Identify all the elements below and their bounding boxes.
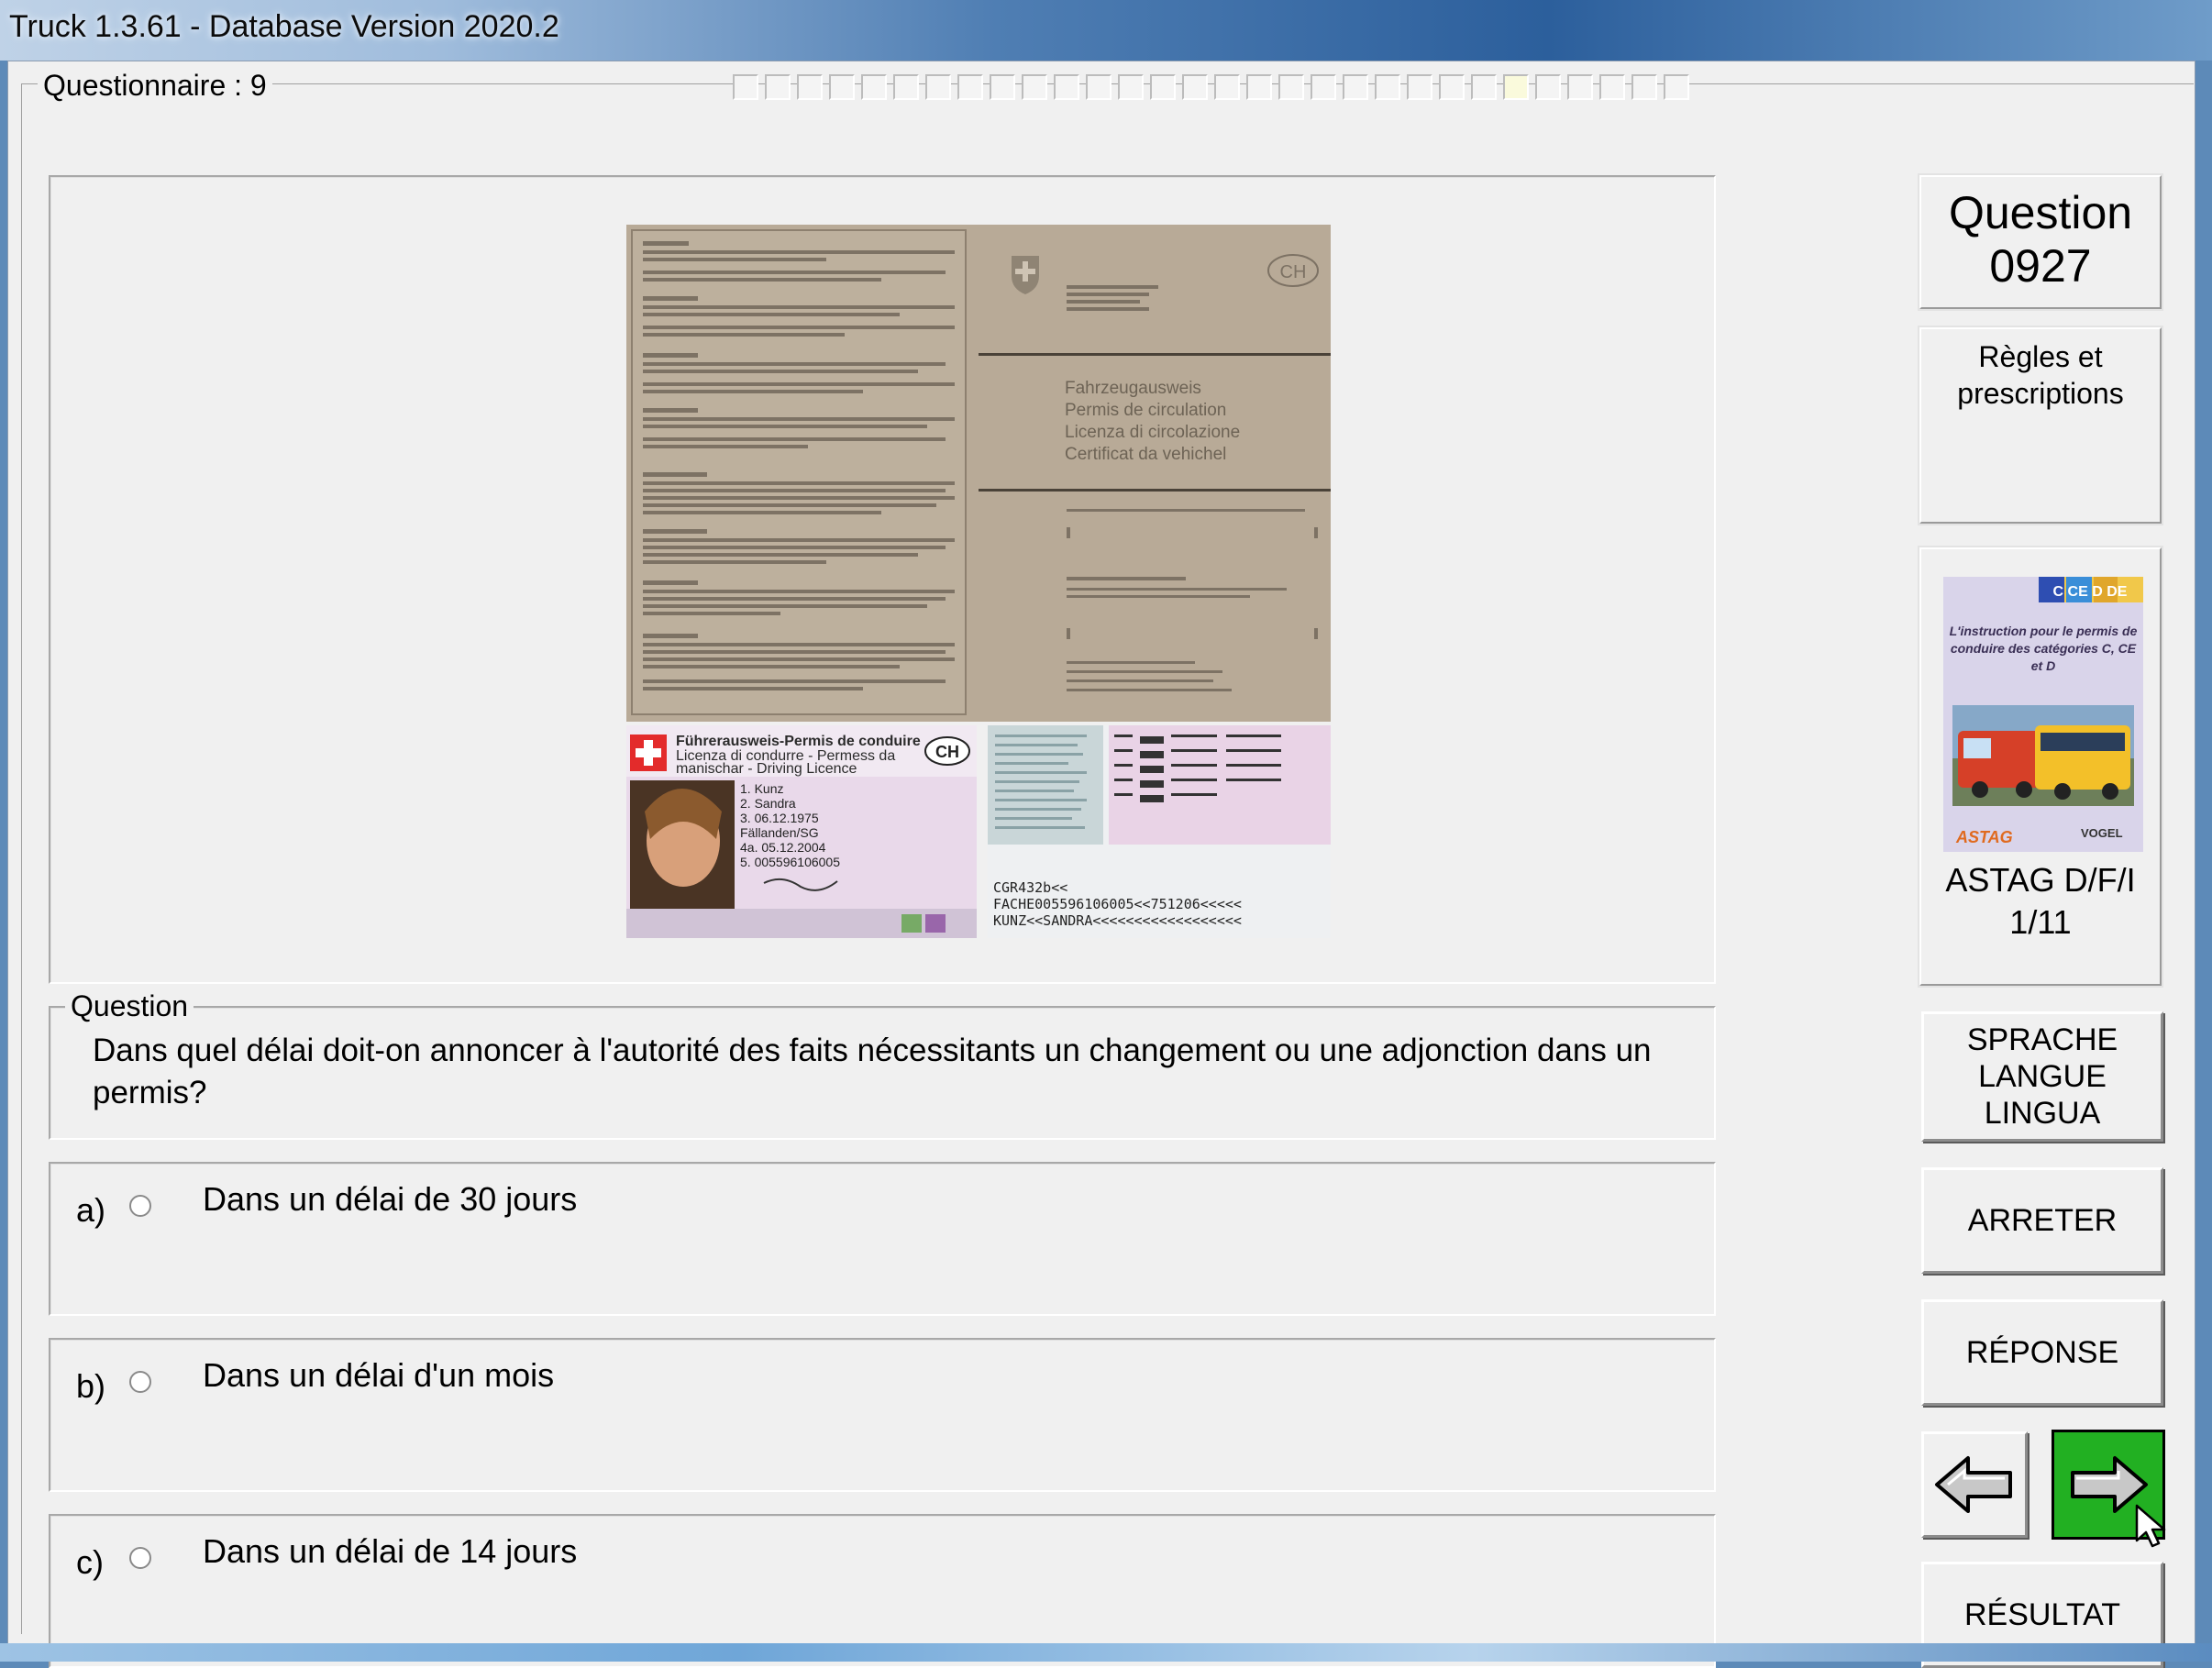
- progress-cell: [1118, 74, 1144, 100]
- category-line-2: prescriptions: [1957, 377, 2124, 410]
- progress-cell: [1246, 74, 1272, 100]
- svg-text:CH: CH: [1280, 262, 1307, 282]
- title-bar[interactable]: Truck 1.3.61 - Database Version 2020.2: [0, 0, 2212, 61]
- svg-text:5. 005596106005: 5. 005596106005: [740, 855, 840, 869]
- progress-cell: [1535, 74, 1561, 100]
- progress-cell: [1664, 74, 1689, 100]
- answer-letter: c): [76, 1543, 104, 1581]
- answer-radio[interactable]: [129, 1195, 151, 1217]
- progress-cell: [1150, 74, 1176, 100]
- progress-cell: [1343, 74, 1368, 100]
- progress-cell: [925, 74, 951, 100]
- svg-text:2. Sandra: 2. Sandra: [740, 796, 796, 811]
- progress-cell: [1054, 74, 1079, 100]
- progress-indicator: [733, 74, 1689, 100]
- progress-cell: [990, 74, 1015, 100]
- book-caption-line-1: ASTAG D/F/I: [1945, 861, 2136, 899]
- svg-text:VOGEL: VOGEL: [2081, 826, 2123, 840]
- progress-cell: [1407, 74, 1432, 100]
- language-label-1: SPRACHE: [1966, 1022, 2118, 1057]
- answer-text: Dans un délai de 14 jours: [203, 1532, 578, 1570]
- svg-text:manischar - Driving Licence: manischar - Driving Licence: [676, 761, 857, 777]
- answer-button[interactable]: RÉPONSE: [1921, 1299, 2163, 1406]
- progress-cell: [1471, 74, 1497, 100]
- book-cover-image: C CE D DE L'instruction pour le permis d…: [1943, 577, 2143, 852]
- question-label: Question: [65, 989, 194, 1023]
- progress-cell: [1182, 74, 1208, 100]
- arrow-left-icon: [1935, 1456, 2012, 1513]
- svg-text:4a. 05.12.2004: 4a. 05.12.2004: [740, 840, 826, 855]
- svg-text:3. 06.12.1975: 3. 06.12.1975: [740, 811, 819, 825]
- svg-text:1. Kunz: 1. Kunz: [740, 781, 783, 796]
- progress-cell: [1567, 74, 1593, 100]
- previous-button[interactable]: [1921, 1431, 2028, 1538]
- svg-text:Permis de circulation: Permis de circulation: [1065, 401, 1226, 420]
- progress-cell: [1375, 74, 1400, 100]
- progress-cell-current: [1503, 74, 1529, 100]
- answer-radio[interactable]: [129, 1547, 151, 1569]
- stop-button[interactable]: ARRETER: [1921, 1167, 2163, 1274]
- driving-licence-image: CH Fahrzeugausweis Permis de circulation…: [626, 225, 1331, 938]
- question-number: 0927: [1989, 240, 2092, 292]
- window-client: Questionnaire : 9 CH Fahrzeugausweis Per…: [7, 61, 2195, 1668]
- answer-option-b[interactable]: b) Dans un délai d'un mois: [49, 1338, 1716, 1492]
- progress-cell: [829, 74, 855, 100]
- answer-radio[interactable]: [129, 1371, 151, 1393]
- progress-cell: [1439, 74, 1465, 100]
- progress-cell: [1086, 74, 1112, 100]
- progress-cell: [1022, 74, 1047, 100]
- svg-text:Führerausweis-Permis de condui: Führerausweis-Permis de conduire: [676, 734, 921, 749]
- questionnaire-label: Questionnaire : 9: [38, 69, 272, 103]
- svg-text:Fällanden/SG: Fällanden/SG: [740, 825, 819, 840]
- question-image-panel: CH Fahrzeugausweis Permis de circulation…: [49, 175, 1716, 984]
- question-number-label: Question: [1948, 187, 2133, 238]
- svg-text:Certificat da vehichel: Certificat da vehichel: [1065, 445, 1226, 464]
- progress-cell: [797, 74, 823, 100]
- language-button[interactable]: SPRACHE LANGUE LINGUA: [1921, 1011, 2163, 1142]
- answer-letter: a): [76, 1191, 106, 1229]
- answer-text: Dans un délai d'un mois: [203, 1356, 555, 1394]
- svg-text:ASTAG: ASTAG: [1955, 828, 2013, 846]
- book-caption: ASTAG D/F/I 1/11: [1921, 859, 2160, 944]
- progress-cell: [1278, 74, 1304, 100]
- language-label-2: LANGUE: [1978, 1059, 2107, 1094]
- svg-text:Licenza di circolazione: Licenza di circolazione: [1065, 423, 1240, 442]
- progress-cell: [1214, 74, 1240, 100]
- question-text: Dans quel délai doit-on annoncer à l'aut…: [93, 1033, 1652, 1110]
- category-line-1: Règles et: [1978, 340, 2103, 373]
- mouse-cursor-icon: [2135, 1504, 2166, 1548]
- next-button[interactable]: [2052, 1430, 2166, 1548]
- svg-text:Fahrzeugausweis: Fahrzeugausweis: [1065, 379, 1201, 398]
- progress-cell: [957, 74, 983, 100]
- svg-text:CGR432b<<: CGR432b<<: [993, 879, 1067, 896]
- svg-text:KUNZ<<SANDRA<<<<<<<<<<<<<<<<<<: KUNZ<<SANDRA<<<<<<<<<<<<<<<<<<: [993, 912, 1242, 929]
- progress-cell: [1599, 74, 1625, 100]
- progress-cell: [1631, 74, 1657, 100]
- question-text-panel: Dans quel délai doit-on annoncer à l'aut…: [49, 1006, 1716, 1140]
- answer-option-a[interactable]: a) Dans un délai de 30 jours: [49, 1162, 1716, 1316]
- svg-text:FACHE005596106005<<751206<<<<<: FACHE005596106005<<751206<<<<<: [993, 896, 1242, 912]
- question-number-box: Question 0927: [1918, 173, 2163, 311]
- svg-text:CH: CH: [935, 743, 959, 761]
- reference-book-box: C CE D DE L'instruction pour le permis d…: [1918, 546, 2163, 988]
- window-bottom-edge: [0, 1643, 2212, 1662]
- answer-letter: b): [76, 1367, 106, 1405]
- category-box: Règles et prescriptions: [1918, 326, 2163, 525]
- language-label-3: LINGUA: [1984, 1096, 2101, 1131]
- progress-cell: [765, 74, 791, 100]
- svg-text:C CE D DE: C CE D DE: [2053, 584, 2128, 600]
- progress-cell: [893, 74, 919, 100]
- book-caption-line-2: 1/11: [2009, 903, 2072, 941]
- progress-cell: [1311, 74, 1336, 100]
- window-title: Truck 1.3.61 - Database Version 2020.2: [9, 9, 559, 44]
- answer-text: Dans un délai de 30 jours: [203, 1180, 578, 1218]
- progress-cell: [733, 74, 758, 100]
- progress-cell: [861, 74, 887, 100]
